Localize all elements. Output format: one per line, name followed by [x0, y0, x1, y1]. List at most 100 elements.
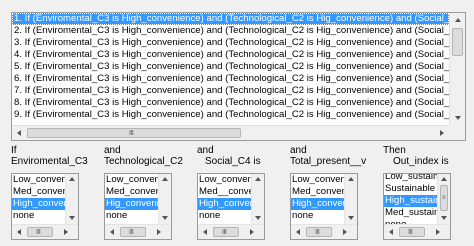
scroll-down-button[interactable]: [450, 111, 466, 125]
rule-list-vertical-thumb[interactable]: [452, 28, 463, 56]
column-prefix: and: [197, 145, 214, 156]
listbox-items: Low_convenieMed_convenieHigh_convenienon…: [291, 174, 345, 224]
grip-icon: III: [408, 229, 413, 236]
listbox-horizontal-thumb[interactable]: III: [27, 227, 53, 237]
rule-list-horizontal-scrollbar[interactable]: III: [12, 125, 449, 140]
membership-listbox[interactable]: Low_sustainaSustainableHigh_sustainaMed_…: [383, 173, 451, 240]
listbox-option[interactable]: none: [12, 210, 66, 222]
column-variable-label: Enviromental_C3: [11, 156, 88, 167]
listbox-option[interactable]: none: [291, 210, 345, 222]
column-variable-label: Out_index is: [393, 156, 449, 167]
membership-listbox[interactable]: Low_convenieMed_convenieHig_convenienone…: [104, 173, 172, 240]
membership-listbox[interactable]: Low_convenieMed_convenieHigh_convenienon…: [290, 173, 358, 240]
listbox-items: Low_convenieMed_convenieHigh_convenienon…: [12, 174, 66, 224]
listbox-option[interactable]: High_convenie: [12, 198, 66, 210]
triangle-up-icon[interactable]: [348, 177, 354, 181]
listbox-vertical-thumb[interactable]: ≡: [440, 185, 448, 211]
triangle-right-icon[interactable]: [157, 229, 161, 235]
scroll-left-button[interactable]: [12, 126, 26, 140]
triangle-up-icon[interactable]: [162, 177, 168, 181]
listbox-vertical-scrollbar[interactable]: [158, 174, 171, 224]
listbox-option[interactable]: Low_convenie: [198, 174, 252, 186]
listbox-items: Low_convenieMed_convenieHig_convenienone: [105, 174, 159, 224]
rule-row[interactable]: 4. If (Enviromental_C3 is High_convenien…: [12, 49, 449, 61]
triangle-left-icon[interactable]: [203, 229, 207, 235]
triangle-right-icon[interactable]: [250, 229, 254, 235]
listbox-horizontal-scrollbar[interactable]: III: [12, 224, 78, 239]
rule-row[interactable]: 7. If (Enviromental_C3 is High_convenien…: [12, 85, 449, 97]
triangle-left-icon[interactable]: [389, 229, 393, 235]
triangle-down-icon[interactable]: [69, 216, 75, 220]
rule-list-panel: 1. If (Enviromental_C3 is High_convenien…: [11, 12, 466, 141]
rule-row[interactable]: 9. If (Enviromental_C3 is High_convenien…: [12, 109, 449, 121]
scroll-up-button[interactable]: [450, 13, 466, 27]
rule-row[interactable]: 1. If (Enviromental_C3 is High_convenien…: [12, 13, 449, 25]
rule-row[interactable]: 2. If (Enviromental_C3 is High_convenien…: [12, 25, 449, 37]
listbox-option[interactable]: none: [105, 210, 159, 222]
triangle-down-icon[interactable]: [162, 216, 168, 220]
listbox-option[interactable]: Low_convenie: [105, 174, 159, 186]
listbox-option[interactable]: none: [198, 210, 252, 222]
triangle-down-icon[interactable]: [255, 216, 261, 220]
rule-list-vertical-scrollbar[interactable]: [449, 13, 465, 125]
triangle-left-icon[interactable]: [110, 229, 114, 235]
triangle-left-icon[interactable]: [296, 229, 300, 235]
rule-row[interactable]: 8. If (Enviromental_C3 is High_convenien…: [12, 97, 449, 109]
scrollbar-corner: [449, 125, 465, 140]
column-prefix: and: [104, 145, 121, 156]
triangle-right-icon[interactable]: [64, 229, 68, 235]
rule-row[interactable]: 3. If (Enviromental_C3 is High_convenien…: [12, 37, 449, 49]
listbox-option[interactable]: Med_sustainal: [384, 207, 438, 219]
listbox-horizontal-scrollbar[interactable]: III: [291, 224, 357, 239]
listbox-option[interactable]: Med__convenie: [198, 186, 252, 198]
listbox-option[interactable]: High_convenie: [198, 198, 252, 210]
listbox-horizontal-scrollbar[interactable]: III: [198, 224, 264, 239]
listbox-option[interactable]: Sustainable: [384, 183, 438, 195]
listbox-option[interactable]: Med_convenie: [12, 186, 66, 198]
grip-icon: III: [129, 130, 134, 137]
listbox-option[interactable]: High_convenie: [291, 198, 345, 210]
listbox-option[interactable]: High_sustaina: [384, 195, 438, 207]
triangle-right-icon[interactable]: [436, 229, 440, 235]
condition-column: IfEnviromental_C3 Low_convenieMed_conveni…: [11, 145, 93, 240]
triangle-down-icon[interactable]: [348, 216, 354, 220]
triangle-up-icon[interactable]: [255, 177, 261, 181]
listbox-vertical-scrollbar[interactable]: [344, 174, 357, 224]
listbox-option[interactable]: Hig_convenie: [105, 198, 159, 210]
listbox-horizontal-scrollbar[interactable]: III: [105, 224, 171, 239]
membership-listbox[interactable]: Low_convenieMed_convenieHigh_convenienon…: [11, 173, 79, 240]
triangle-left-icon: [17, 130, 21, 136]
listbox-option[interactable]: Med_convenie: [291, 186, 345, 198]
triangle-down-icon[interactable]: [441, 216, 447, 220]
listbox-horizontal-thumb[interactable]: III: [399, 227, 425, 237]
listbox-items: Low_sustainaSustainableHigh_sustainaMed_…: [384, 174, 438, 224]
condition-column: andSocial_C4 is Low_convenieMed__convenie…: [197, 145, 279, 240]
listbox-option[interactable]: Med_convenie: [105, 186, 159, 198]
triangle-up-icon[interactable]: [69, 177, 75, 181]
column-variable-label: Social_C4 is: [205, 156, 261, 167]
triangle-up-icon[interactable]: [441, 177, 447, 181]
grip-icon: ≡: [442, 195, 446, 201]
listbox-horizontal-thumb[interactable]: III: [213, 227, 239, 237]
rule-row[interactable]: 5. If (Enviromental_C3 is High_convenien…: [12, 61, 449, 73]
listbox-vertical-scrollbar[interactable]: [251, 174, 264, 224]
scroll-right-button[interactable]: [435, 126, 449, 140]
listbox-option[interactable]: Low_convenie: [12, 174, 66, 186]
listbox-option[interactable]: Low_sustaina: [384, 174, 438, 183]
column-prefix: and: [290, 145, 307, 156]
column-prefix: If: [11, 145, 17, 156]
listbox-horizontal-thumb[interactable]: III: [306, 227, 332, 237]
membership-listbox[interactable]: Low_convenieMed__convenieHigh_convenieno…: [197, 173, 265, 240]
rule-list[interactable]: 1. If (Enviromental_C3 is High_convenien…: [12, 13, 449, 125]
rule-row[interactable]: 6. If (Enviromental_C3 is High_convenien…: [12, 73, 449, 85]
triangle-down-icon: [455, 116, 461, 120]
listbox-vertical-scrollbar[interactable]: ≡: [437, 174, 450, 224]
grip-icon: III: [315, 229, 320, 236]
listbox-horizontal-scrollbar[interactable]: III: [384, 224, 450, 239]
listbox-option[interactable]: Low_convenie: [291, 174, 345, 186]
triangle-right-icon[interactable]: [343, 229, 347, 235]
listbox-vertical-scrollbar[interactable]: [65, 174, 78, 224]
listbox-horizontal-thumb[interactable]: III: [120, 227, 146, 237]
triangle-left-icon[interactable]: [17, 229, 21, 235]
rule-list-horizontal-thumb[interactable]: III: [27, 128, 241, 138]
